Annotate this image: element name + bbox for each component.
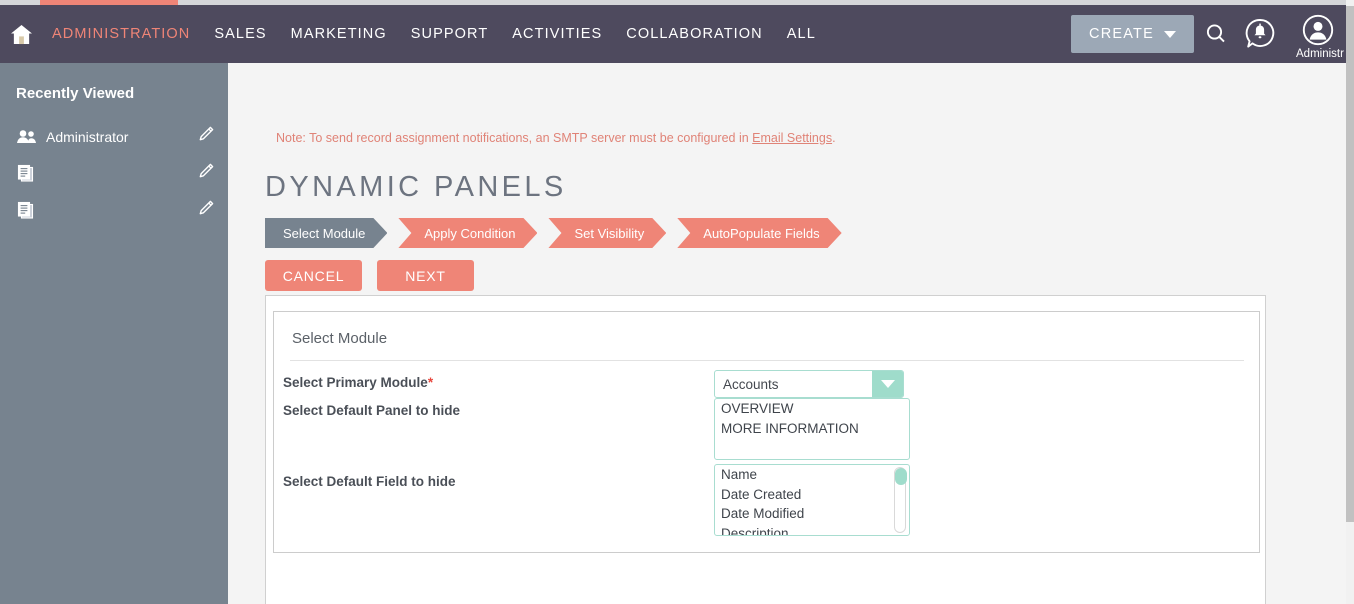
listbox-scrollbar[interactable]: [894, 467, 907, 533]
email-settings-link[interactable]: Email Settings: [752, 131, 832, 145]
nav-item-activities[interactable]: ACTIVITIES: [500, 26, 614, 42]
list-item[interactable]: Administrator: [0, 118, 228, 155]
main-content-area: Note: To send record assignment notifica…: [228, 63, 1354, 604]
list-item[interactable]: Date Created: [715, 485, 909, 505]
primary-module-select[interactable]: Accounts: [714, 370, 904, 398]
wizard-step-autopopulate-fields[interactable]: AutoPopulate Fields: [677, 218, 841, 248]
select-module-panel: Select Module Select Primary Module* Sel…: [273, 311, 1260, 553]
primary-module-selected-value: Accounts: [723, 376, 779, 392]
wizard-actions: CANCEL NEXT: [265, 260, 474, 291]
label-primary-module: Select Primary Module*: [283, 375, 433, 390]
wizard-step-select-module[interactable]: Select Module: [265, 218, 387, 248]
list-item[interactable]: Description: [715, 524, 909, 536]
user-avatar-icon: [1302, 14, 1334, 46]
listbox-scrollbar-thumb[interactable]: [895, 468, 907, 485]
user-avatar[interactable]: Administr: [1282, 5, 1354, 63]
list-item[interactable]: MORE INFORMATION: [715, 419, 909, 439]
smtp-note-text: Note: To send record assignment notifica…: [276, 131, 753, 145]
documents-icon: [16, 201, 42, 221]
list-item[interactable]: [0, 155, 228, 192]
pencil-icon[interactable]: [198, 200, 214, 221]
documents-icon: [16, 164, 42, 184]
sidebar-title: Recently Viewed: [16, 85, 135, 102]
main-navigation: ADMINISTRATION SALES MARKETING SUPPORT A…: [40, 5, 828, 63]
nav-item-administration[interactable]: ADMINISTRATION: [40, 26, 202, 42]
left-sidebar: Recently Viewed Administrator: [0, 63, 228, 604]
header-actions: CREATE Administr: [1071, 5, 1354, 63]
create-button[interactable]: CREATE: [1071, 15, 1194, 53]
smtp-note: Note: To send record assignment notifica…: [276, 131, 836, 145]
list-item[interactable]: [0, 192, 228, 229]
home-icon[interactable]: [8, 21, 34, 47]
pencil-icon[interactable]: [198, 163, 214, 184]
users-icon: [16, 129, 42, 145]
form-panel-outer: Select Module Select Primary Module* Sel…: [265, 295, 1266, 604]
required-marker: *: [427, 375, 434, 390]
create-button-label: CREATE: [1089, 26, 1154, 42]
nav-item-collaboration[interactable]: COLLABORATION: [614, 26, 775, 42]
list-item[interactable]: OVERVIEW: [715, 399, 909, 419]
panel-heading: Select Module: [292, 330, 388, 347]
pencil-icon[interactable]: [198, 126, 214, 147]
chevron-down-icon: [1164, 30, 1176, 38]
avatar-username: Administr: [1296, 48, 1344, 60]
label-default-field: Select Default Field to hide: [283, 474, 456, 489]
default-field-listbox[interactable]: Name Date Created Date Modified Descript…: [714, 464, 910, 536]
wizard-step-apply-condition[interactable]: Apply Condition: [398, 218, 537, 248]
chevron-down-icon[interactable]: [872, 371, 903, 397]
wizard-step-set-visibility[interactable]: Set Visibility: [548, 218, 666, 248]
nav-item-sales[interactable]: SALES: [202, 26, 278, 42]
label-primary-module-text: Select Primary Module: [283, 375, 428, 390]
page-title: DYNAMIC PANELS: [265, 171, 567, 203]
next-button[interactable]: NEXT: [377, 260, 474, 291]
application-root: ADMINISTRATION SALES MARKETING SUPPORT A…: [0, 0, 1354, 604]
page-scrollbar-thumb[interactable]: [1346, 6, 1354, 522]
recently-viewed-list: Administrator: [0, 118, 228, 229]
smtp-note-suffix: .: [832, 131, 836, 145]
list-item[interactable]: Date Modified: [715, 504, 909, 524]
nav-item-support[interactable]: SUPPORT: [399, 26, 501, 42]
select-module-form: Select Primary Module* Select Default Pa…: [274, 361, 1259, 536]
cancel-button[interactable]: CANCEL: [265, 260, 362, 291]
page-scrollbar[interactable]: [1346, 0, 1354, 604]
list-item-label: Administrator: [46, 128, 129, 145]
list-item[interactable]: Name: [715, 465, 909, 485]
default-panel-listbox[interactable]: OVERVIEW MORE INFORMATION: [714, 398, 910, 460]
search-icon[interactable]: [1194, 5, 1238, 63]
label-default-panel: Select Default Panel to hide: [283, 403, 461, 418]
nav-item-all[interactable]: ALL: [775, 26, 828, 42]
nav-item-marketing[interactable]: MARKETING: [279, 26, 399, 42]
top-header-bar: ADMINISTRATION SALES MARKETING SUPPORT A…: [0, 5, 1354, 63]
wizard-steps: Select Module Apply Condition Set Visibi…: [265, 218, 853, 248]
notification-bell-icon[interactable]: [1238, 5, 1282, 63]
